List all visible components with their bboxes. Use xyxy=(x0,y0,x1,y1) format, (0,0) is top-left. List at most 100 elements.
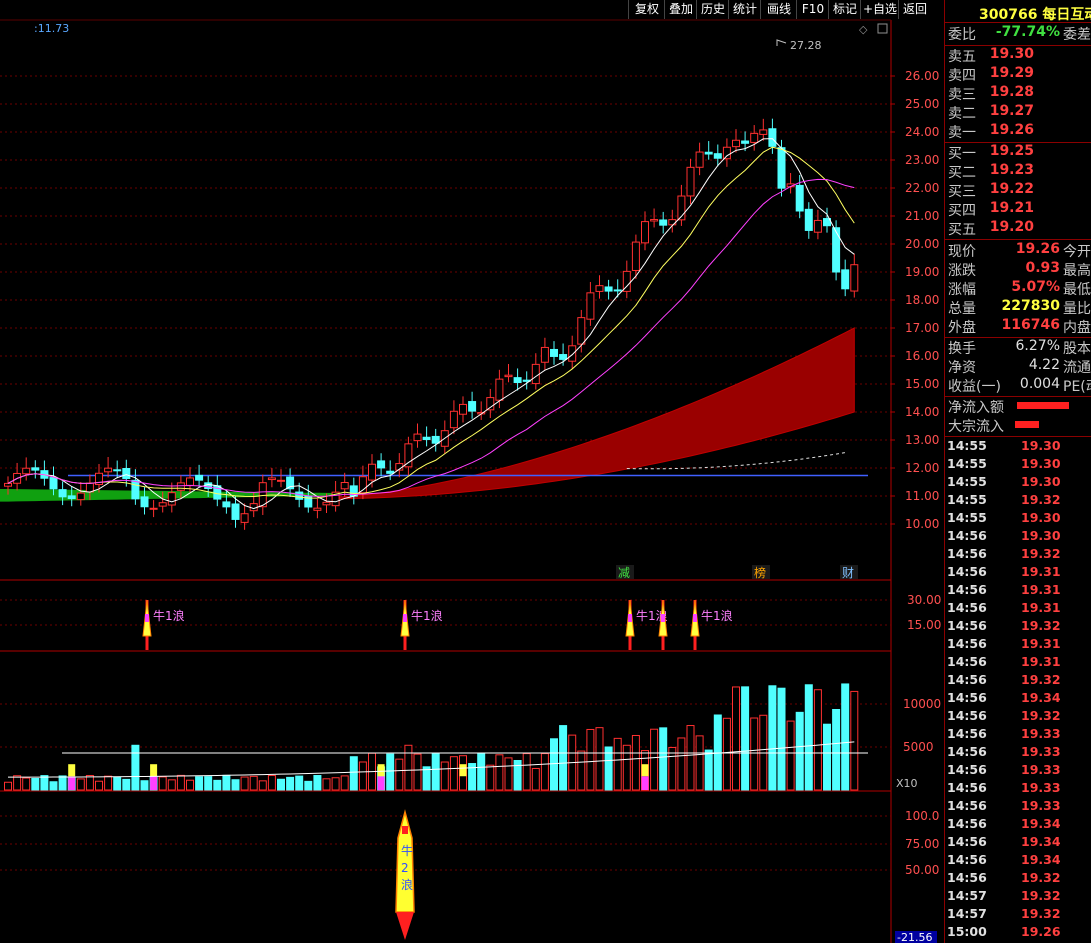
weicha-label: 委差 xyxy=(1063,27,1091,43)
price-axis-label: 25.00 xyxy=(905,97,939,111)
volume-highlight xyxy=(68,776,76,790)
volume-highlight xyxy=(459,764,467,777)
diamond-icon: ◇ xyxy=(859,23,868,36)
signal-label: 牛1浪 xyxy=(701,608,733,623)
tick-row: 14:56 19.31 xyxy=(945,636,1091,654)
candle-body xyxy=(158,502,167,507)
tick-price: 19.32 xyxy=(1021,870,1061,885)
volume-bar xyxy=(732,686,740,791)
candle-body xyxy=(222,501,231,508)
rocket-flame xyxy=(396,912,414,940)
volume-bar xyxy=(213,779,222,791)
buy-row: 买五 19.20 xyxy=(945,219,1091,238)
quote-row: 涨跌 0.93 最高 xyxy=(945,260,1091,279)
toolbar-button-4[interactable]: 画线 xyxy=(760,0,797,19)
sell-price: 19.26 xyxy=(989,122,1034,138)
candle-body xyxy=(176,482,185,491)
kline-chart-area[interactable]: 26.00 25.00 24.00 23.00 22.00 21.00 20.00 19.00… xyxy=(0,0,944,943)
price-axis-label: 22.00 xyxy=(905,181,939,195)
volume-bar xyxy=(204,776,213,791)
candle-body xyxy=(431,435,440,444)
tick-time: 14:56 xyxy=(947,582,987,597)
toolbar-button-5[interactable]: F10 xyxy=(796,0,829,19)
weibi-label: 委比 xyxy=(948,27,976,43)
quote2-label: 净资 xyxy=(948,360,976,376)
volume-bar xyxy=(404,744,413,791)
volume-highlight xyxy=(68,764,76,777)
sell-row: 卖四 19.29 xyxy=(945,65,1091,84)
tick-row: 14:56 19.31 xyxy=(945,582,1091,600)
vol-unit-label: X10 xyxy=(896,777,918,790)
candle-body xyxy=(131,479,140,500)
flow-bar xyxy=(1015,421,1039,428)
quote-panel: 300766 每日互动 委比 -77.74% 委差 卖五 19.30 卖四 19.29 卖三 19… xyxy=(944,0,1091,943)
quote-row: 现价 19.26 今开 xyxy=(945,241,1091,260)
candle-body xyxy=(122,468,131,479)
tick-time: 14:56 xyxy=(947,744,987,759)
tick-time: 14:57 xyxy=(947,906,987,921)
sub1-axis-label: 30.00 xyxy=(907,593,941,607)
sell-row: 卖五 19.30 xyxy=(945,46,1091,65)
volume-bar xyxy=(322,778,331,791)
volume-bar xyxy=(422,766,431,791)
candle-body xyxy=(795,184,804,212)
toolbar-button-6[interactable]: 标记 xyxy=(828,0,861,19)
tick-time: 14:57 xyxy=(947,888,987,903)
tick-time: 14:56 xyxy=(947,636,987,651)
tick-time: 14:56 xyxy=(947,726,987,741)
rocket-label: 2 xyxy=(401,861,409,875)
divider xyxy=(945,239,1091,240)
tick-time: 14:56 xyxy=(947,672,987,687)
candle-body xyxy=(67,495,76,500)
volume-bar xyxy=(167,779,176,791)
toolbar-button-2[interactable]: 历史 xyxy=(696,0,729,19)
quote-value: 0.93 xyxy=(1025,260,1060,276)
tick-row: 14:56 19.32 xyxy=(945,708,1091,726)
divider xyxy=(945,436,1091,437)
sell-price: 19.29 xyxy=(989,65,1034,81)
tick-price: 19.32 xyxy=(1021,546,1061,561)
volume-bar xyxy=(95,780,103,791)
tick-price: 19.31 xyxy=(1021,636,1061,651)
price-axis-label: 14.00 xyxy=(905,405,939,419)
price-axis-label: 19.00 xyxy=(905,265,939,279)
kline-chart-svg[interactable]: 26.00 25.00 24.00 23.00 22.00 21.00 20.00 19.00… xyxy=(0,0,944,943)
tick-row: 14:56 19.31 xyxy=(945,564,1091,582)
rocket-window xyxy=(628,614,632,622)
toolbar-button-0[interactable]: 复权 xyxy=(628,0,665,19)
tick-price: 19.32 xyxy=(1021,708,1061,723)
candle-body xyxy=(631,241,640,271)
volume-bar xyxy=(176,774,185,791)
tick-price: 19.31 xyxy=(1021,654,1061,669)
sub3-axis-label: 100.0 xyxy=(905,809,939,823)
toolbar-button-8[interactable]: 返回 xyxy=(898,0,931,19)
quote2-label: 换手 xyxy=(948,341,976,357)
volume-bar xyxy=(841,683,850,791)
buy-row: 买一 19.25 xyxy=(945,143,1091,162)
candle-body xyxy=(495,378,504,401)
tick-time: 14:56 xyxy=(947,708,987,723)
quote-row: 总量 227830 量比 xyxy=(945,298,1091,317)
tick-row: 14:56 19.34 xyxy=(945,816,1091,834)
candle-body xyxy=(577,317,586,345)
toolbar-button-1[interactable]: 叠加 xyxy=(664,0,697,19)
quote-row: 涨幅 5.07% 最低 xyxy=(945,279,1091,298)
candle-body xyxy=(540,346,549,363)
toolbar-button-3[interactable]: 统计 xyxy=(728,0,761,19)
flow-label: 大宗流入 xyxy=(948,419,1004,435)
tick-time: 14:55 xyxy=(947,510,987,525)
toolbar-button-7[interactable]: +自选 xyxy=(860,0,899,19)
volume-highlight xyxy=(150,776,158,790)
price-axis-label: 18.00 xyxy=(905,293,939,307)
candle-body xyxy=(759,129,768,135)
candle-body xyxy=(732,139,740,148)
candle-body xyxy=(832,227,841,273)
tick-row: 14:56 19.32 xyxy=(945,672,1091,690)
marker-label: 财 xyxy=(842,566,854,580)
quote-label-2: 今开 xyxy=(1063,244,1091,260)
tick-row: 14:56 19.34 xyxy=(945,852,1091,870)
volume-bar xyxy=(4,781,12,791)
volume-bar xyxy=(486,764,495,791)
sub3-axis-label: 75.00 xyxy=(905,837,939,851)
candle-body xyxy=(650,218,659,222)
